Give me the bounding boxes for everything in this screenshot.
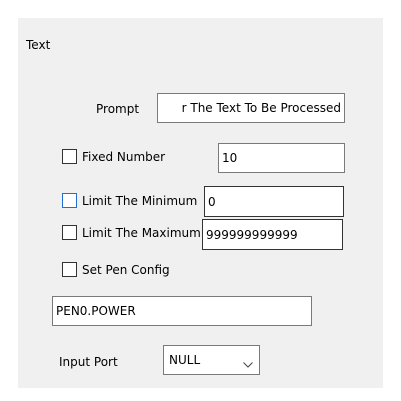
limit-maximum-value: 999999999999 — [206, 227, 298, 242]
limit-maximum-input[interactable]: 999999999999 — [202, 219, 343, 250]
limit-minimum-value: 0 — [208, 194, 216, 209]
chevron-down-icon — [243, 357, 253, 368]
pen-power-input[interactable]: PEN0.POWER — [52, 296, 312, 326]
input-port-label: Input Port — [59, 355, 118, 369]
pen-power-value: PEN0.POWER — [56, 304, 136, 318]
limit-minimum-label: Limit The Minimum — [82, 194, 198, 208]
set-pen-config-checkbox[interactable] — [62, 262, 77, 277]
section-title: Text — [26, 38, 51, 52]
limit-minimum-checkbox[interactable] — [62, 193, 77, 208]
input-port-select[interactable]: NULL — [163, 345, 260, 375]
fixed-number-checkbox[interactable] — [62, 149, 77, 164]
fixed-number-label: Fixed Number — [82, 150, 166, 164]
fixed-number-input[interactable]: 10 — [218, 143, 345, 173]
prompt-input[interactable]: r The Text To Be Processed — [157, 93, 345, 123]
set-pen-config-label: Set Pen Config — [82, 263, 170, 277]
limit-minimum-input[interactable]: 0 — [204, 186, 344, 217]
prompt-label: Prompt — [96, 102, 140, 116]
fixed-number-value: 10 — [222, 151, 238, 165]
input-port-selected: NULL — [169, 353, 201, 367]
limit-maximum-label: Limit The Maximum — [82, 226, 201, 240]
limit-maximum-checkbox[interactable] — [62, 225, 77, 240]
prompt-value: r The Text To Be Processed — [181, 101, 341, 115]
